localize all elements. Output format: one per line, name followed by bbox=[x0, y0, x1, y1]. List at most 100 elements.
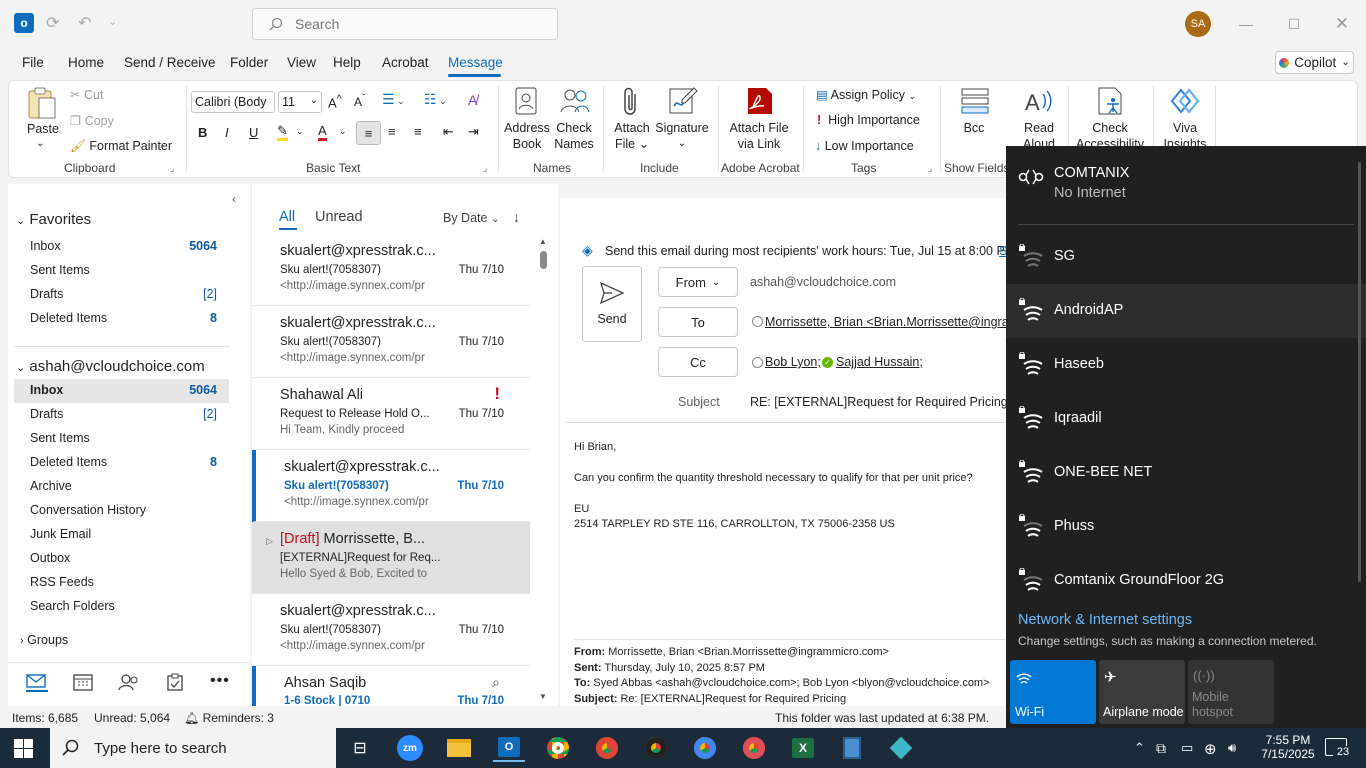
wifi-network-item[interactable]: Phuss bbox=[1006, 500, 1366, 554]
wifi-network-item[interactable]: ONE-BEE NET bbox=[1006, 446, 1366, 500]
menu-send-receive[interactable]: Send / Receive bbox=[124, 55, 216, 70]
check-names-button[interactable]: Check Names bbox=[550, 120, 598, 152]
subject-input[interactable]: RE: [EXTERNAL]Request for Required Prici… bbox=[750, 395, 1008, 409]
read-aloud-button[interactable]: Read Aloud bbox=[1016, 120, 1062, 146]
connected-network-name[interactable]: COMTANIX bbox=[1054, 165, 1129, 181]
windows-start-icon[interactable] bbox=[14, 739, 33, 758]
excel-icon[interactable]: X bbox=[787, 734, 819, 762]
wifi-network-item[interactable]: Haseeb bbox=[1006, 338, 1366, 392]
taskbar-search[interactable]: Type here to search bbox=[50, 728, 336, 768]
from-button[interactable]: From ⌄ bbox=[658, 267, 738, 297]
menu-acrobat[interactable]: Acrobat bbox=[382, 55, 429, 70]
airplane-mode-tile[interactable]: ✈ Airplane mode bbox=[1099, 660, 1185, 724]
sync-icon[interactable]: ⟳ bbox=[46, 13, 59, 33]
basic-text-launcher-icon[interactable]: ⌟ bbox=[483, 163, 487, 174]
network-settings-link[interactable]: Network & Internet settings bbox=[1018, 612, 1192, 628]
paste-dropdown-icon[interactable]: ⌄ bbox=[36, 138, 44, 149]
wifi-toggle-tile[interactable]: Wi-Fi bbox=[1010, 660, 1096, 724]
nav-archive[interactable]: Archive bbox=[30, 479, 72, 493]
chrome-icon[interactable] bbox=[542, 734, 574, 762]
align-center-icon[interactable]: ≡ bbox=[388, 124, 396, 139]
attach-file-button[interactable]: Attach File ⌄ bbox=[608, 120, 656, 152]
decrease-indent-icon[interactable]: ⇤ bbox=[443, 124, 454, 140]
more-apps-icon[interactable]: ••• bbox=[210, 672, 230, 690]
menu-file[interactable]: File bbox=[22, 55, 44, 70]
nav-inbox[interactable]: Inbox bbox=[30, 383, 63, 397]
maximize-icon[interactable]: ☐ bbox=[1282, 12, 1306, 36]
sort-by-date[interactable]: By Date ⌄ bbox=[443, 211, 499, 225]
nav-drafts[interactable]: Drafts bbox=[30, 407, 63, 421]
list-item[interactable]: Shahawal Ali Request to Release Hold O..… bbox=[252, 378, 530, 450]
bcc-button[interactable]: Bcc bbox=[956, 120, 992, 136]
tray-overflow-icon[interactable]: ⌃ bbox=[1134, 740, 1145, 756]
chevron-down-icon[interactable]: ⌄ bbox=[339, 126, 347, 137]
nav-rss-feeds[interactable]: RSS Feeds bbox=[30, 575, 94, 589]
menu-home[interactable]: Home bbox=[68, 55, 104, 70]
viva-insights-button[interactable]: Viva Insights bbox=[1160, 120, 1210, 146]
grow-font-icon[interactable]: A^ bbox=[328, 93, 342, 110]
copilot-button[interactable]: Copilot ⌄ bbox=[1275, 51, 1354, 74]
nav-sent-items[interactable]: Sent Items bbox=[30, 431, 90, 445]
to-button[interactable]: To bbox=[658, 307, 738, 337]
list-item[interactable]: skualert@xpresstrak.c... Sku alert!(7058… bbox=[252, 306, 530, 378]
status-reminders[interactable]: 🔔︎ Reminders: 3 bbox=[184, 711, 274, 725]
clear-formatting-icon[interactable]: A̸ bbox=[468, 92, 477, 108]
tab-all[interactable]: All bbox=[279, 209, 295, 225]
task-view-icon[interactable]: ⊟ bbox=[344, 734, 376, 762]
cc-recipient-1[interactable]: Bob Lyon; bbox=[765, 355, 821, 369]
italic-icon[interactable]: I bbox=[225, 125, 229, 140]
bullets-icon[interactable]: ☰ ⌄ bbox=[382, 91, 405, 108]
copy-button[interactable]: ❐ Copy bbox=[70, 113, 114, 128]
wifi-network-item[interactable]: SG bbox=[1006, 230, 1366, 284]
clock[interactable]: 7:55 PM 7/15/2025 bbox=[1260, 733, 1316, 761]
check-accessibility-button[interactable]: Check Accessibility bbox=[1072, 120, 1148, 146]
tasks-icon[interactable] bbox=[166, 673, 184, 691]
high-importance-button[interactable]: ! High Importance bbox=[817, 113, 920, 127]
nav-fav-inbox[interactable]: Inbox bbox=[30, 239, 61, 253]
people-icon[interactable] bbox=[118, 673, 140, 691]
wifi-network-item[interactable]: Iqraadil bbox=[1006, 392, 1366, 446]
wifi-network-item[interactable]: Comtanix GroundFloor 2G bbox=[1006, 554, 1366, 608]
minimize-icon[interactable]: — bbox=[1234, 12, 1258, 36]
tags-launcher-icon[interactable]: ⌟ bbox=[928, 163, 932, 174]
send-button[interactable]: Send bbox=[582, 266, 642, 342]
undo-icon[interactable]: ↶ bbox=[78, 13, 91, 33]
to-recipient[interactable]: Morrissette, Brian <Brian.Morrissette@in… bbox=[765, 315, 1006, 329]
volume-icon[interactable]: 🔊︎ bbox=[1228, 740, 1236, 756]
scrollbar-thumb[interactable] bbox=[540, 251, 547, 269]
search-box[interactable]: Search bbox=[252, 8, 558, 40]
font-name-select[interactable]: Calibri (Body bbox=[191, 91, 275, 113]
clipboard-launcher-icon[interactable]: ⌟ bbox=[170, 163, 174, 174]
file-explorer-icon[interactable] bbox=[443, 734, 475, 762]
bold-icon[interactable]: B bbox=[198, 125, 207, 140]
shrink-font-icon[interactable]: Aˇ bbox=[354, 93, 365, 109]
chrome-profile-icon[interactable] bbox=[591, 734, 623, 762]
align-left-icon[interactable]: ≡ bbox=[356, 121, 381, 145]
menu-help[interactable]: Help bbox=[333, 55, 361, 70]
scroll-up-arrow[interactable]: ▲ bbox=[539, 237, 547, 246]
meet-now-icon[interactable]: ⧉ bbox=[1156, 740, 1166, 757]
customize-toolbar-icon[interactable]: ⌄ bbox=[108, 15, 117, 28]
cc-button[interactable]: Cc bbox=[658, 347, 738, 377]
nav-fav-deleted[interactable]: Deleted Items bbox=[30, 311, 107, 325]
menu-view[interactable]: View bbox=[287, 55, 316, 70]
numbering-icon[interactable]: ☷ ⌄ bbox=[424, 91, 447, 108]
increase-indent-icon[interactable]: ⇥ bbox=[468, 124, 479, 140]
battery-icon[interactable]: ▭ bbox=[1181, 740, 1193, 756]
mail-icon[interactable] bbox=[26, 674, 48, 692]
paste-button[interactable] bbox=[26, 86, 58, 120]
network-globe-icon[interactable]: ⊕ bbox=[1204, 740, 1217, 758]
font-size-select[interactable]: 11 ⌄ bbox=[278, 91, 322, 113]
highlight-icon[interactable]: ✎ bbox=[277, 124, 288, 141]
nav-fav-drafts[interactable]: Drafts bbox=[30, 287, 63, 301]
avatar[interactable]: SA bbox=[1185, 11, 1211, 37]
attach-via-link-button[interactable]: Attach File via Link bbox=[726, 120, 792, 152]
nav-junk-email[interactable]: Junk Email bbox=[30, 527, 91, 541]
cut-button[interactable]: ✂ Cut bbox=[70, 87, 103, 102]
signature-button[interactable]: Signature ⌄ bbox=[654, 120, 710, 152]
low-importance-button[interactable]: ↓ Low Importance bbox=[815, 139, 914, 153]
list-item[interactable]: Ahsan Saqib 1-6 Stock | 0710 Thu 7/10 ⌕ bbox=[252, 666, 530, 706]
collapse-pane-icon[interactable]: ‹ bbox=[232, 192, 236, 206]
list-item[interactable]: skualert@xpresstrak.c... Sku alert!(7058… bbox=[252, 234, 530, 306]
list-item[interactable]: skualert@xpresstrak.c... Sku alert!(7058… bbox=[252, 450, 530, 522]
